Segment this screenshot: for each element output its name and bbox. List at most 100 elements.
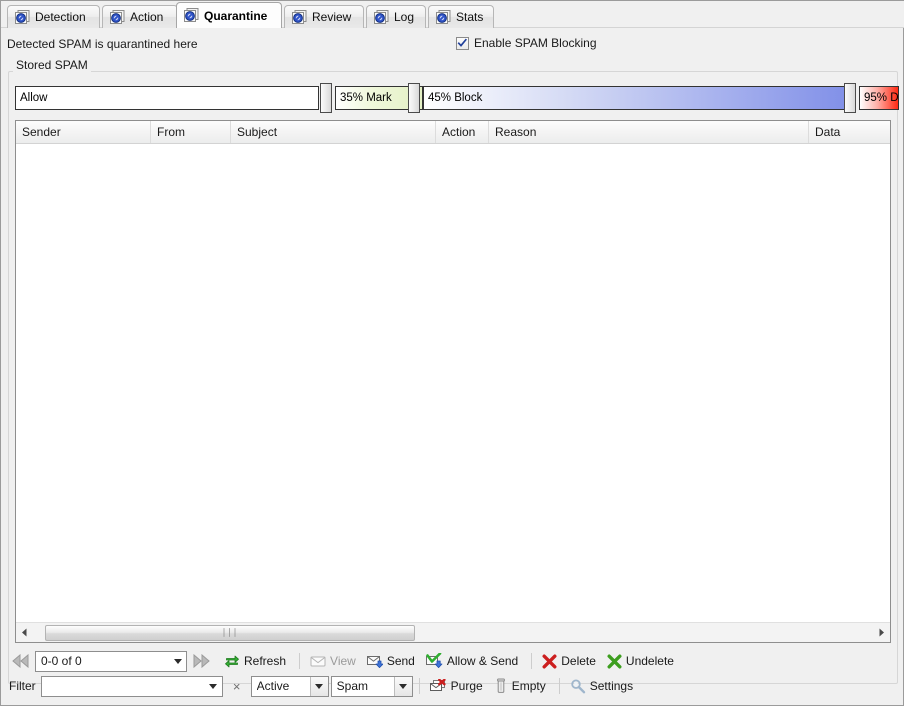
previous-page-button[interactable] [9,651,33,671]
empty-button[interactable]: Empty [490,675,553,697]
column-header-label: Subject [237,125,277,139]
threshold-handle-delete[interactable] [844,83,856,113]
purge-label: Purge [451,679,483,693]
filter-toolbar: Filter × Active Spam Purge [9,674,640,698]
scroll-thumb-grip: ∣∣∣ [222,628,239,637]
trash-icon [494,678,508,694]
scroll-left-icon[interactable] [16,624,33,642]
chevron-down-icon[interactable] [169,652,186,671]
chevron-down-icon[interactable] [310,677,328,696]
scroll-track[interactable]: ∣∣∣ [33,624,873,642]
threshold-segment-label: 95% Del [864,92,899,104]
toolbar-separator [559,678,560,694]
chevron-down-icon[interactable] [205,677,222,696]
type-filter-value: Spam [337,679,394,693]
page-range-value: 0-0 of 0 [41,654,169,668]
block-circle-icon [110,10,125,25]
enable-spam-blocking-row[interactable]: Enable SPAM Blocking [456,36,597,50]
tab-label: Log [394,10,414,24]
block-circle-icon [374,10,389,25]
purge-button[interactable]: Purge [426,675,490,697]
wrench-icon [570,678,586,694]
column-header-subject[interactable]: Subject [231,121,436,143]
enable-spam-blocking-label: Enable SPAM Blocking [474,36,597,50]
tab-action[interactable]: Action [102,5,178,28]
undelete-button[interactable]: Undelete [603,650,681,672]
green-x-icon [607,654,622,669]
send-button[interactable]: Send [363,650,422,672]
delete-button[interactable]: Delete [538,650,603,672]
allow-send-label: Allow & Send [447,654,518,668]
column-header-reason[interactable]: Reason [489,121,809,143]
threshold-bar[interactable]: Allow 35% Mark 45% Block 95% Del [15,86,895,110]
scroll-thumb[interactable]: ∣∣∣ [45,625,415,641]
refresh-label: Refresh [244,654,286,668]
delete-label: Delete [561,654,596,668]
filter-label: Filter [9,679,36,693]
type-filter-combo[interactable]: Spam [331,676,413,697]
tab-detection[interactable]: Detection [7,5,100,28]
quarantine-table: Sender From Subject Action Reason Data ∣… [15,120,891,643]
refresh-icon [224,653,240,669]
threshold-handle-mark[interactable] [320,83,332,113]
threshold-segment-block[interactable]: 45% Block [423,86,849,110]
triangle-right-icon [878,628,885,637]
threshold-segment-label: 35% Mark [340,92,392,104]
table-horizontal-scrollbar[interactable]: ∣∣∣ [16,622,890,642]
page-range-combo[interactable]: 0-0 of 0 [35,651,187,672]
status-filter-value: Active [257,679,310,693]
tab-label: Action [130,10,163,24]
tab-quarantine[interactable]: Quarantine [176,2,282,28]
block-circle-icon [436,10,451,25]
tab-label: Review [312,10,351,24]
tab-stats[interactable]: Stats [428,5,494,28]
stored-spam-group-title: Stored SPAM [13,58,91,72]
next-page-button[interactable] [189,651,213,671]
send-mail-icon [367,653,383,669]
column-header-sender[interactable]: Sender [16,121,151,143]
check-mail-icon [426,653,443,669]
chevron-down-icon[interactable] [394,677,412,696]
red-x-icon [542,654,557,669]
empty-label: Empty [512,679,546,693]
column-header-data[interactable]: Data [809,121,891,143]
scroll-right-icon[interactable] [873,624,890,642]
clear-filter-button[interactable]: × [228,677,246,695]
column-header-label: Data [815,125,840,139]
close-icon: × [233,679,241,694]
threshold-handle-block[interactable] [408,83,420,113]
checkmark-icon [457,38,468,49]
filter-combo[interactable] [41,676,223,697]
view-button[interactable]: View [306,650,363,672]
threshold-segment-allow[interactable]: Allow [15,86,319,110]
column-header-action[interactable]: Action [436,121,489,143]
column-header-label: Reason [495,125,536,139]
send-label: Send [387,654,415,668]
quarantine-window: Detection Action Quarantine [0,0,904,706]
tab-log[interactable]: Log [366,5,426,28]
tab-bar: Detection Action Quarantine [1,1,904,28]
settings-button[interactable]: Settings [566,675,640,697]
double-arrow-left-icon [11,654,31,668]
column-header-label: From [157,125,185,139]
threshold-segment-label: Allow [20,92,47,104]
column-header-label: Sender [22,125,61,139]
undelete-label: Undelete [626,654,674,668]
status-filter-combo[interactable]: Active [251,676,329,697]
toolbar-separator [299,653,300,669]
column-header-from[interactable]: From [151,121,231,143]
toolbar-separator [531,653,532,669]
table-body [16,144,890,622]
allow-send-button[interactable]: Allow & Send [422,650,525,672]
block-circle-icon [292,10,307,25]
tab-label: Quarantine [204,9,267,23]
block-circle-icon [15,10,30,25]
view-label: View [330,654,356,668]
toolbar-separator [419,678,420,694]
threshold-segment-delete[interactable]: 95% Del [859,86,899,110]
refresh-button[interactable]: Refresh [220,650,293,672]
tab-review[interactable]: Review [284,5,364,28]
enable-spam-blocking-checkbox[interactable] [456,37,469,50]
purge-mail-icon [430,679,447,694]
pagination-toolbar: 0-0 of 0 Refresh View [9,650,681,672]
